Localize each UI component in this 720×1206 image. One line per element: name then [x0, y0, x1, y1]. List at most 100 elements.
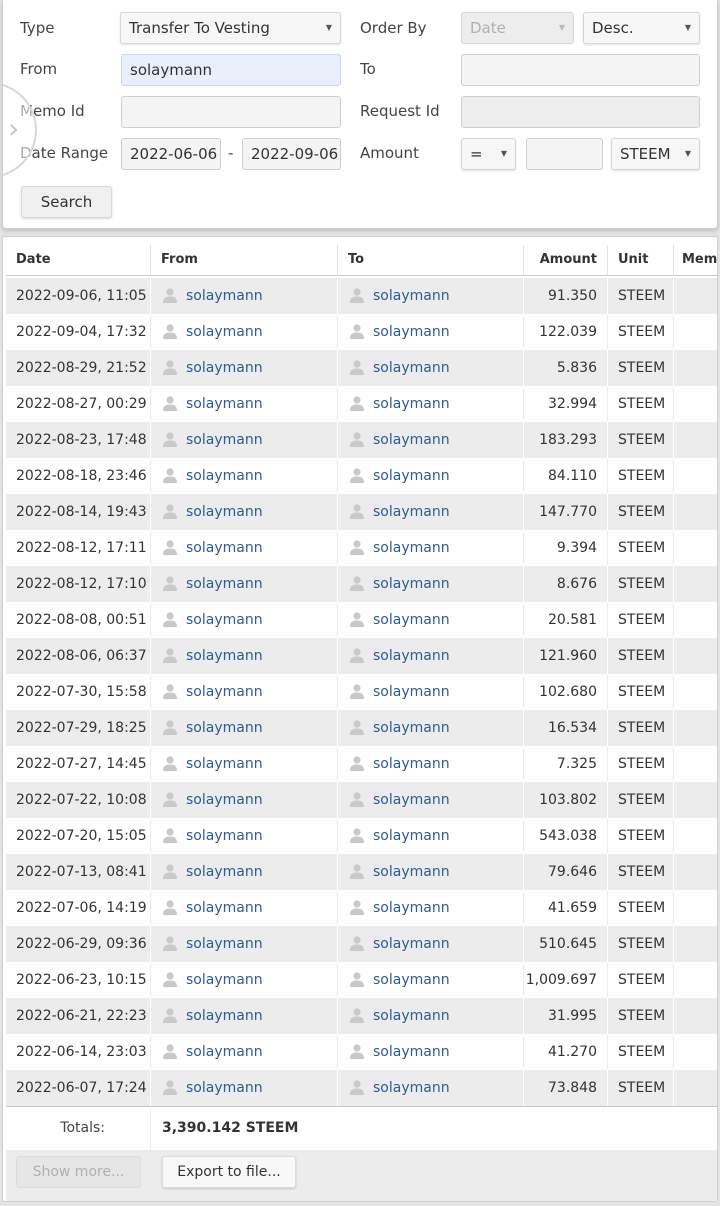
user-icon — [350, 324, 364, 339]
to-account-link[interactable]: solaymann — [373, 288, 450, 304]
row-date: 2022-08-23, 17:48 — [6, 422, 151, 458]
to-account-link[interactable]: solaymann — [373, 684, 450, 700]
to-input[interactable] — [461, 54, 700, 86]
request-id-input[interactable] — [461, 96, 700, 128]
header-from[interactable]: From — [151, 245, 338, 276]
from-account-link[interactable]: solaymann — [186, 324, 263, 340]
row-memo — [674, 746, 717, 782]
from-account-link[interactable]: solaymann — [186, 756, 263, 772]
user-icon — [163, 432, 177, 447]
show-more-button[interactable]: Show more... — [16, 1156, 141, 1188]
to-account-link[interactable]: solaymann — [373, 864, 450, 880]
header-date[interactable]: Date — [6, 245, 151, 276]
from-account-link[interactable]: solaymann — [186, 288, 263, 304]
row-from: solaymann — [151, 278, 338, 314]
chevron-down-icon: ▼ — [684, 149, 691, 158]
from-account-link[interactable]: solaymann — [186, 360, 263, 376]
row-to: solaymann — [338, 854, 524, 890]
from-account-link[interactable]: solaymann — [186, 936, 263, 952]
amount-operator-select[interactable]: = ▼ — [461, 138, 516, 170]
from-account-link[interactable]: solaymann — [186, 900, 263, 916]
user-icon — [350, 936, 364, 951]
row-memo — [674, 962, 717, 998]
from-account-link[interactable]: solaymann — [186, 864, 263, 880]
from-account-link[interactable]: solaymann — [186, 792, 263, 808]
header-unit[interactable]: Unit — [608, 245, 674, 276]
user-icon — [350, 504, 364, 519]
row-memo — [674, 854, 717, 890]
memo-id-input[interactable] — [121, 96, 341, 128]
to-account-link[interactable]: solaymann — [373, 468, 450, 484]
from-account-link[interactable]: solaymann — [186, 1080, 263, 1096]
to-account-link[interactable]: solaymann — [373, 900, 450, 916]
user-icon — [163, 648, 177, 663]
order-direction-select[interactable]: Desc. ▼ — [583, 12, 700, 44]
user-icon — [163, 396, 177, 411]
row-from: solaymann — [151, 422, 338, 458]
to-account-link[interactable]: solaymann — [373, 828, 450, 844]
to-account-link[interactable]: solaymann — [373, 504, 450, 520]
to-account-link[interactable]: solaymann — [373, 540, 450, 556]
to-account-link[interactable]: solaymann — [373, 432, 450, 448]
to-account-link[interactable]: solaymann — [373, 1008, 450, 1024]
header-to[interactable]: To — [338, 245, 524, 276]
order-by-field-select[interactable]: Date ▼ — [461, 12, 574, 44]
search-button[interactable]: Search — [21, 186, 112, 218]
amount-input[interactable] — [526, 138, 603, 170]
to-account-link[interactable]: solaymann — [373, 936, 450, 952]
header-amount[interactable]: Amount — [524, 245, 608, 276]
to-account-link[interactable]: solaymann — [373, 756, 450, 772]
from-account-link[interactable]: solaymann — [186, 432, 263, 448]
from-account-link[interactable]: solaymann — [186, 720, 263, 736]
export-button[interactable]: Export to file... — [162, 1156, 296, 1188]
from-account-link[interactable]: solaymann — [186, 1008, 263, 1024]
from-account-link[interactable]: solaymann — [186, 684, 263, 700]
from-account-link[interactable]: solaymann — [186, 648, 263, 664]
row-memo — [674, 566, 717, 602]
to-account-link[interactable]: solaymann — [373, 324, 450, 340]
row-date: 2022-07-29, 18:25 — [6, 710, 151, 746]
user-icon — [163, 324, 177, 339]
row-from: solaymann — [151, 854, 338, 890]
from-account-link[interactable]: solaymann — [186, 396, 263, 412]
header-memo[interactable]: Mem — [674, 245, 717, 276]
row-from: solaymann — [151, 314, 338, 350]
to-account-link[interactable]: solaymann — [373, 612, 450, 628]
chevron-right-icon[interactable]: › — [8, 114, 24, 144]
to-account-link[interactable]: solaymann — [373, 1080, 450, 1096]
user-icon — [163, 828, 177, 843]
from-label: From — [20, 60, 58, 78]
row-memo — [674, 530, 717, 566]
to-account-link[interactable]: solaymann — [373, 1044, 450, 1060]
row-amount: 147.770 — [524, 494, 608, 530]
from-account-link[interactable]: solaymann — [186, 540, 263, 556]
from-account-link[interactable]: solaymann — [186, 576, 263, 592]
from-account-link[interactable]: solaymann — [186, 828, 263, 844]
to-account-link[interactable]: solaymann — [373, 576, 450, 592]
to-account-link[interactable]: solaymann — [373, 972, 450, 988]
user-icon — [350, 864, 364, 879]
amount-unit-select[interactable]: STEEM ▼ — [611, 138, 700, 170]
user-icon — [350, 972, 364, 987]
row-date: 2022-07-06, 14:19 — [6, 890, 151, 926]
to-account-link[interactable]: solaymann — [373, 720, 450, 736]
from-account-link[interactable]: solaymann — [186, 468, 263, 484]
date-to-input[interactable]: 2022-09-06 — [242, 138, 341, 170]
to-account-link[interactable]: solaymann — [373, 648, 450, 664]
row-date: 2022-09-04, 17:32 — [6, 314, 151, 350]
date-from-input[interactable]: 2022-06-06 — [121, 138, 221, 170]
table-row: 2022-08-14, 19:43 solaymann solaymann 14… — [6, 494, 717, 530]
from-input[interactable]: solaymann — [121, 54, 341, 86]
row-amount: 543.038 — [524, 818, 608, 854]
to-account-link[interactable]: solaymann — [373, 792, 450, 808]
table-row: 2022-06-14, 23:03 solaymann solaymann 41… — [6, 1034, 717, 1070]
from-account-link[interactable]: solaymann — [186, 1044, 263, 1060]
from-account-link[interactable]: solaymann — [186, 972, 263, 988]
to-account-link[interactable]: solaymann — [373, 360, 450, 376]
to-account-link[interactable]: solaymann — [373, 396, 450, 412]
row-unit: STEEM — [608, 854, 674, 890]
from-account-link[interactable]: solaymann — [186, 504, 263, 520]
type-select[interactable]: Transfer To Vesting ▼ — [120, 12, 341, 44]
from-account-link[interactable]: solaymann — [186, 612, 263, 628]
user-icon — [163, 288, 177, 303]
